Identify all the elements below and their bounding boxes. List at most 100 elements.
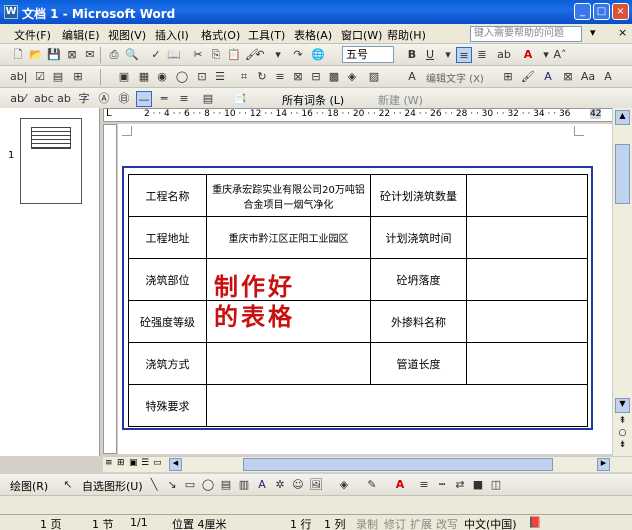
edit-text-button[interactable]: 编辑文字 (X) bbox=[426, 70, 484, 85]
normal-view-icon[interactable]: ≡ bbox=[105, 458, 113, 468]
draw-font-color-icon[interactable]: A bbox=[392, 477, 408, 493]
line-style-icon[interactable]: ≡ bbox=[416, 477, 432, 493]
vertical-textbox-icon[interactable]: ▥ bbox=[236, 477, 252, 493]
scroll-right-icon[interactable]: ▶ bbox=[597, 458, 610, 471]
character-border-icon[interactable]: Ⓐ bbox=[96, 91, 112, 107]
wordart-gallery-icon[interactable]: ⊞ bbox=[500, 69, 516, 85]
image-icon[interactable]: ▦ bbox=[136, 69, 152, 85]
dash-style-icon[interactable]: ┅ bbox=[434, 477, 450, 493]
document-page[interactable]: 工程名称 重庆承宏踪实业有限公司20万吨铝合金项目一烟气净化 砼计划浇筑数量 工… bbox=[118, 124, 612, 454]
bold-icon[interactable]: B bbox=[404, 47, 420, 63]
text-wrap-icon[interactable]: ⊟ bbox=[308, 69, 324, 85]
line-three-icon[interactable]: ≡ bbox=[176, 91, 192, 107]
wordart-vertical-icon[interactable]: A bbox=[600, 69, 616, 85]
vertical-ruler[interactable] bbox=[103, 124, 117, 454]
circle-option-icon[interactable]: ◉ bbox=[154, 69, 170, 85]
wordart-same-height-icon[interactable]: Aa bbox=[580, 69, 596, 85]
prev-page-icon[interactable]: ⇞ bbox=[615, 416, 630, 428]
compress-icon[interactable]: ⊠ bbox=[290, 69, 306, 85]
doc-close-icon[interactable]: × bbox=[618, 26, 627, 39]
spelling-icon[interactable]: ✓ bbox=[148, 47, 164, 63]
arrow-style-icon[interactable]: ⇄ bbox=[452, 477, 468, 493]
menu-edit[interactable]: 编辑(E) bbox=[62, 27, 100, 43]
tab-selector-icon[interactable]: L bbox=[106, 108, 112, 119]
menu-insert[interactable]: 插入(I) bbox=[155, 27, 189, 43]
wordart-icon[interactable]: A bbox=[404, 69, 420, 85]
redo-icon[interactable]: ↷ bbox=[290, 47, 306, 63]
print-view-icon[interactable]: ▣ bbox=[129, 458, 138, 468]
align-distributed-icon[interactable]: ≣ bbox=[474, 47, 490, 63]
next-page-icon[interactable]: ⇟ bbox=[615, 440, 630, 452]
select-objects-icon[interactable]: ↖ bbox=[60, 477, 76, 493]
phonetic-icon[interactable]: 字 bbox=[76, 91, 92, 107]
underline-icon[interactable]: U bbox=[422, 47, 438, 63]
undo-icon[interactable]: ↶ bbox=[252, 47, 268, 63]
3d-icon[interactable]: ◫ bbox=[488, 477, 504, 493]
autotext-list-icon[interactable]: 📑 bbox=[232, 91, 248, 107]
text-field-icon[interactable]: ab| bbox=[10, 69, 27, 85]
web-view-icon[interactable]: ⊞ bbox=[117, 458, 125, 468]
horizontal-scrollbar[interactable]: ≡ ⊞ ▣ ☰ ▭ ◀ ▶ bbox=[103, 456, 632, 472]
select-browse-icon[interactable]: ○ bbox=[615, 428, 630, 440]
line-color-icon[interactable]: ✎ bbox=[364, 477, 380, 493]
shadow-icon[interactable]: ■ bbox=[470, 477, 486, 493]
line-one-icon[interactable]: — bbox=[136, 91, 152, 107]
draw-menu-button[interactable]: 绘图(R) bbox=[10, 478, 48, 494]
text-wrapping-icon[interactable]: ⊠ bbox=[560, 69, 576, 85]
spelling-status-icon[interactable]: 📕 bbox=[528, 516, 542, 529]
undo-dropdown-icon[interactable]: ▾ bbox=[270, 47, 286, 63]
menu-tools[interactable]: 工具(T) bbox=[248, 27, 285, 43]
email-icon[interactable]: ✉ bbox=[82, 47, 98, 63]
arrow-icon[interactable]: ↘ bbox=[164, 477, 180, 493]
cut-icon[interactable]: ✂ bbox=[190, 47, 206, 63]
outline-view-icon[interactable]: ☰ bbox=[141, 458, 149, 468]
reading-view-icon[interactable]: ▭ bbox=[153, 458, 162, 468]
open-icon[interactable]: 📂 bbox=[28, 47, 44, 63]
reset-picture-icon[interactable]: ▨ bbox=[366, 69, 382, 85]
font-color-icon[interactable]: A bbox=[520, 47, 536, 63]
wordart-format-icon[interactable]: 🖌 bbox=[520, 69, 536, 85]
scroll-down-icon[interactable]: ▼ bbox=[615, 398, 630, 413]
double-strike-icon[interactable]: ab bbox=[56, 91, 72, 107]
status-rec[interactable]: 录制 bbox=[356, 516, 378, 530]
insert-wordart-icon[interactable]: A bbox=[254, 477, 270, 493]
fill-color-icon[interactable]: ◈ bbox=[336, 477, 352, 493]
insert-picture-icon[interactable]: 🖼 bbox=[308, 477, 324, 493]
word-app-icon[interactable]: W bbox=[4, 5, 18, 19]
menu-window[interactable]: 窗口(W) bbox=[341, 27, 382, 43]
maximize-button[interactable]: □ bbox=[593, 3, 610, 20]
help-search-input[interactable]: 键入需要帮助的问题 bbox=[470, 26, 582, 42]
rotate-icon[interactable]: ↻ bbox=[254, 69, 270, 85]
line-style-icon[interactable]: ≡ bbox=[272, 69, 288, 85]
underline-dropdown-icon[interactable]: ▾ bbox=[440, 47, 456, 63]
page-thumbnail[interactable] bbox=[20, 118, 82, 204]
combo-box-icon[interactable]: ▤ bbox=[50, 69, 66, 85]
wordart-shape-icon[interactable]: A bbox=[540, 69, 556, 85]
style-icon[interactable]: ab⁄ bbox=[10, 91, 26, 107]
textbox-icon[interactable]: ▤ bbox=[218, 477, 234, 493]
rectangle-icon[interactable]: ▭ bbox=[182, 477, 198, 493]
menu-view[interactable]: 视图(V) bbox=[108, 27, 146, 43]
scroll-thumb[interactable] bbox=[615, 144, 630, 204]
clip-art-icon[interactable]: ☺ bbox=[290, 477, 306, 493]
research-icon[interactable]: 📖 bbox=[166, 47, 182, 63]
font-size-select[interactable]: 五号 bbox=[342, 46, 394, 63]
new-doc-icon[interactable]: 🗋 bbox=[10, 47, 26, 63]
menu-format[interactable]: 格式(O) bbox=[201, 27, 240, 43]
hyperlink-icon[interactable]: 🌐 bbox=[310, 47, 326, 63]
menu-help[interactable]: 帮助(H) bbox=[387, 27, 426, 43]
oval-icon[interactable]: ◯ bbox=[200, 477, 216, 493]
menu-file[interactable]: 文件(F) bbox=[14, 27, 51, 43]
print-preview-icon[interactable]: 🔍 bbox=[124, 47, 140, 63]
format-picture-icon[interactable]: ▩ bbox=[326, 69, 342, 85]
strikethrough-icon[interactable]: abc bbox=[34, 91, 54, 107]
copy-icon[interactable]: ⎘ bbox=[208, 47, 224, 63]
set-transparent-icon[interactable]: ◈ bbox=[344, 69, 360, 85]
permission-icon[interactable]: ⊠ bbox=[64, 47, 80, 63]
minimize-button[interactable]: _ bbox=[574, 3, 591, 20]
radio-icon[interactable]: ◯ bbox=[174, 69, 190, 85]
close-button[interactable]: × bbox=[612, 3, 629, 20]
form-properties-icon[interactable]: ⊞ bbox=[70, 69, 86, 85]
hscroll-thumb[interactable] bbox=[243, 458, 553, 471]
line-icon[interactable]: ╲ bbox=[146, 477, 162, 493]
